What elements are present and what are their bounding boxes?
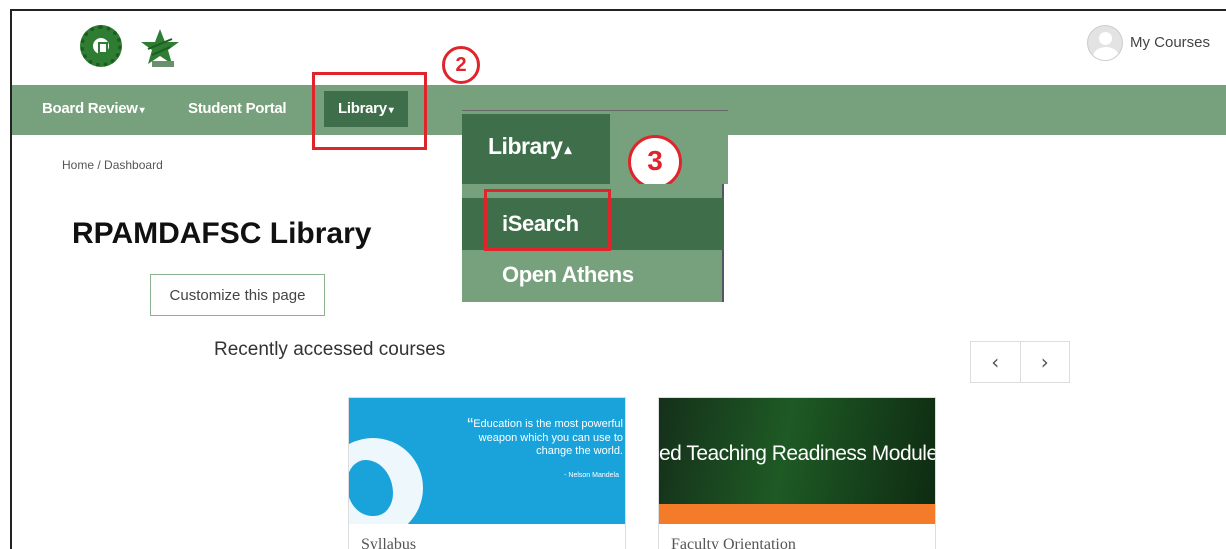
annotation-step-2: 2 [442,46,480,84]
globe-icon [349,438,423,524]
annotation-highlight-isearch [484,189,611,251]
course-image[interactable]: “Education is the most powerful weapon w… [349,398,625,524]
star-logo [141,29,179,67]
browser-frame: My Courses Board Review ▾ Student Portal … [10,9,1226,549]
user-avatar[interactable] [1087,25,1123,61]
customize-page-button[interactable]: Customize this page [150,274,325,316]
course-name[interactable]: Faculty Orientation [671,536,796,549]
next-page-button[interactable]: › [1019,342,1069,382]
menu-item-open-athens[interactable]: Open Athens [502,262,634,288]
course-banner-text: ed Teaching Readiness Module [659,442,935,465]
divider [462,110,728,111]
breadcrumb-separator: / [97,158,101,172]
recent-courses-title: Recently accessed courses [214,339,446,360]
chevron-down-icon: ▾ [139,105,145,116]
annotation-highlight-library [312,72,427,150]
banner-stripe [659,504,935,524]
course-pager: ‹ › [970,341,1070,383]
annotation-step-3: 3 [628,135,682,189]
nav-student-portal[interactable]: Student Portal [188,100,287,117]
school-seal-logo[interactable] [80,25,122,67]
course-card[interactable]: “Education is the most powerful weapon w… [348,397,626,549]
chevron-up-icon: ▴ [564,141,572,157]
breadcrumb: Home / Dashboard [62,158,163,172]
nav-board-review[interactable]: Board Review ▾ [42,100,145,117]
breadcrumb-dashboard[interactable]: Dashboard [104,158,163,172]
my-courses-link[interactable]: My Courses [1130,34,1210,51]
quote-author: - Nelson Mandela [564,472,619,479]
page-title: RPAMDAFSC Library [72,217,372,250]
nav-student-portal-label: Student Portal [188,100,287,117]
breadcrumb-home[interactable]: Home [62,158,94,172]
course-card[interactable]: ed Teaching Readiness Module Faculty Ori… [658,397,936,549]
course-image[interactable]: ed Teaching Readiness Module [659,398,935,524]
course-name[interactable]: Syllabus [361,536,416,549]
dropdown-library-label: Library [488,133,563,159]
nav-board-review-label: Board Review [42,100,138,117]
prev-page-button[interactable]: ‹ [971,342,1020,382]
course-quote: “Education is the most powerful weapon w… [467,415,623,457]
dropdown-library-toggle[interactable]: Library ▴ [462,114,610,184]
